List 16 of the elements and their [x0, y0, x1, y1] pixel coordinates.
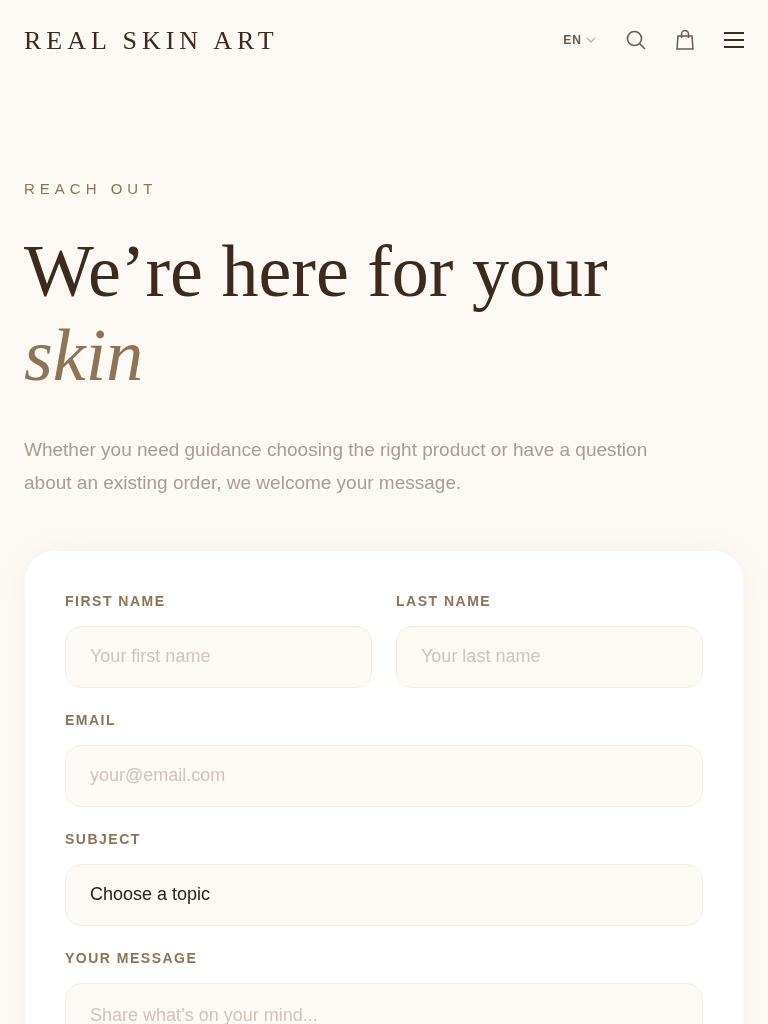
caret-icon [586, 37, 596, 43]
field-label: FIRST NAME [65, 591, 167, 611]
subject-dropdown[interactable]: Choose a topic [65, 863, 703, 926]
search-icon[interactable] [626, 30, 646, 50]
field-label: LAST NAME [396, 591, 493, 611]
brand-logo[interactable]: REAL SKIN ART [24, 20, 279, 60]
field-label: EMAIL [65, 710, 118, 730]
section-eyebrow: REACH OUT [24, 179, 159, 199]
menu-icon[interactable] [724, 32, 744, 48]
shopping-bag-icon[interactable] [676, 30, 694, 50]
page-heading-accent: skin [24, 312, 145, 397]
page-heading: We’re here for your [24, 228, 609, 313]
field-label: YOUR MESSAGE [65, 948, 199, 968]
field-label: SUBJECT [65, 829, 142, 849]
language-selector[interactable]: EN [563, 31, 596, 49]
intro-text: Whether you need guidance choosing the right product or have a question about an existing order, we welcome your message. [24, 437, 649, 495]
